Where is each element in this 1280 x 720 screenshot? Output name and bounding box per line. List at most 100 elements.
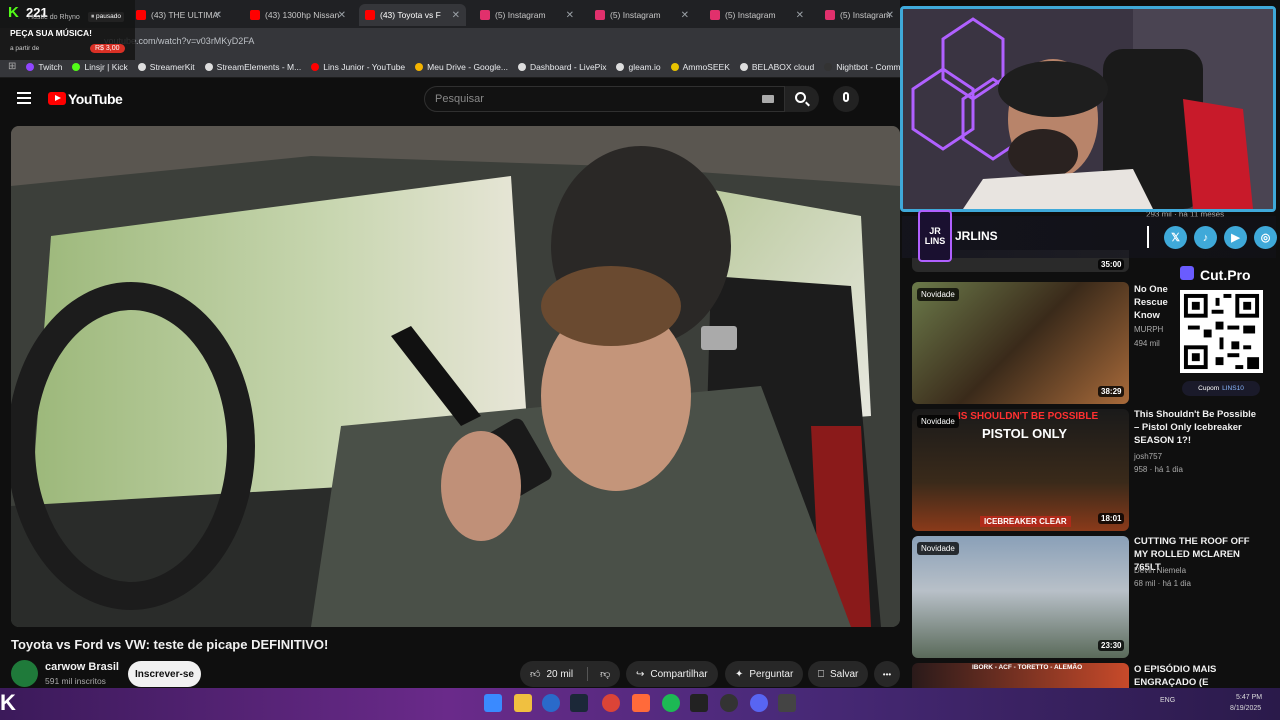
browser-tab[interactable]: (5) Instagram ✕ xyxy=(819,4,900,26)
like-count: 20 mil xyxy=(546,668,574,680)
channel-name[interactable]: carwow Brasil xyxy=(45,661,119,673)
bookmark-item[interactable]: Dashboard - LivePix xyxy=(517,62,606,72)
tab-close-icon[interactable]: ✕ xyxy=(214,10,222,21)
kick-price-badge: R$ 3,00 xyxy=(90,44,125,53)
streamer-logo: JR LINS xyxy=(918,210,952,262)
x-icon: 𝕏 xyxy=(1164,226,1187,249)
tab-favicon-icon xyxy=(825,10,835,20)
tab-label: (5) Instagram xyxy=(495,10,546,20)
language-indicator[interactable]: ENG xyxy=(1160,697,1175,704)
tab-favicon-icon xyxy=(710,10,720,20)
tab-favicon-icon xyxy=(250,10,260,20)
search-icon[interactable] xyxy=(795,92,806,103)
like-button[interactable]: 👍︎ 20 mil 👎︎ xyxy=(520,661,621,687)
bookmark-item[interactable]: Meu Drive - Google... xyxy=(415,62,508,72)
browser-tab[interactable]: (43) 1300hp Nissan ✕ xyxy=(244,4,352,26)
bookmark-item[interactable]: StreamElements - M... xyxy=(204,62,301,72)
bookmark-item[interactable]: Nightbot - Comm xyxy=(824,62,900,72)
tab-favicon-icon xyxy=(365,10,375,20)
sparkle-icon: ✦ xyxy=(735,668,744,680)
kick-k-icon: K xyxy=(0,690,16,715)
browser-tab[interactable]: (5) Instagram ✕ xyxy=(474,4,580,26)
thumb-caption: ICEBREAKER CLEAR xyxy=(980,516,1071,527)
bookmark-favicon-icon xyxy=(616,62,625,71)
coupon-code: LINS10 xyxy=(1222,385,1244,392)
clock-date[interactable]: 8/19/2025 xyxy=(1230,705,1261,712)
discord-icon[interactable] xyxy=(750,694,768,712)
share-label: Compartilhar xyxy=(650,668,708,680)
tab-label: (43) 1300hp Nissan xyxy=(265,10,340,20)
thumb-caption: PISTOL ONLY xyxy=(982,426,1068,441)
ask-button[interactable]: ✦ Perguntar xyxy=(725,661,804,687)
app-icon[interactable] xyxy=(632,694,650,712)
tab-label: (43) Toyota vs F xyxy=(380,10,441,20)
bookmark-label: Linsjr | Kick xyxy=(84,61,128,72)
webcam-feed-image xyxy=(903,9,1273,209)
bookmark-item[interactable]: Lins Junior - YouTube xyxy=(311,62,405,72)
more-actions-button[interactable]: ••• xyxy=(874,661,900,687)
thumbs-down-icon[interactable]: 👎︎ xyxy=(600,668,610,680)
rec-duration: 18:01 xyxy=(1098,513,1125,524)
youtube-icon: ▶ xyxy=(1224,226,1247,249)
video-player[interactable] xyxy=(11,126,900,627)
new-badge: Novidade xyxy=(917,415,959,428)
hamburger-menu-icon[interactable] xyxy=(17,92,31,104)
kick-logo: K xyxy=(8,4,19,21)
clock-time[interactable]: 5:47 PM xyxy=(1236,694,1262,701)
edge-icon[interactable] xyxy=(542,694,560,712)
file-explorer-icon[interactable] xyxy=(514,694,532,712)
tab-close-icon[interactable]: ✕ xyxy=(796,10,804,21)
browser-tab[interactable]: (5) Instagram ✕ xyxy=(704,4,810,26)
browser-tab[interactable]: (5) Instagram ✕ xyxy=(589,4,695,26)
browser-tab[interactable]: (43) THE ULTIMATE✕ xyxy=(130,4,228,26)
rec-title[interactable]: No One Rescue Know W xyxy=(1134,283,1170,322)
bookmark-item[interactable]: gleam.io xyxy=(616,62,661,72)
bookmark-item[interactable]: StreamerKit xyxy=(137,62,195,72)
webcam-overlay xyxy=(900,6,1276,212)
save-button[interactable]: ⎕ Salvar xyxy=(808,661,869,687)
kick-paused-badge: ⏸ pausado xyxy=(88,12,124,22)
qr-code xyxy=(1180,290,1263,373)
tab-close-icon[interactable]: ✕ xyxy=(452,10,460,21)
bookmark-item[interactable]: Twitch xyxy=(26,62,62,72)
tab-close-icon[interactable]: ✕ xyxy=(886,10,894,21)
rec-title[interactable]: This Shouldn't Be Possible – Pistol Only… xyxy=(1134,408,1262,447)
bookmark-item[interactable]: Linsjr | Kick xyxy=(72,61,128,72)
obs-icon[interactable] xyxy=(720,694,738,712)
rec-channel[interactable]: Devin Niemela xyxy=(1134,564,1186,577)
rec-channel[interactable]: josh757 xyxy=(1134,450,1162,463)
apps-grid-icon[interactable]: ⊞ xyxy=(8,61,16,72)
search-input[interactable]: Pesquisar xyxy=(424,86,785,112)
chrome-icon[interactable] xyxy=(602,694,620,712)
bookmark-favicon-icon xyxy=(72,62,81,71)
divider xyxy=(1147,226,1149,248)
app-icon[interactable] xyxy=(778,694,796,712)
qr-code-image xyxy=(1180,290,1263,373)
bookmark-item[interactable]: BELABOX cloud xyxy=(739,61,815,72)
bookmark-label: BELABOX cloud xyxy=(751,61,815,72)
subscribe-button[interactable]: Inscrever-se xyxy=(128,661,201,687)
rec-channel[interactable]: MURPH xyxy=(1134,323,1163,336)
tab-close-icon[interactable]: ✕ xyxy=(566,10,574,21)
browser-tab[interactable]: (43) Toyota vs F ✕ xyxy=(359,4,466,26)
kick-current-song: Hustle do Rhyno xyxy=(28,14,80,21)
microphone-icon[interactable] xyxy=(843,92,849,102)
share-button[interactable]: ↪ Compartilhar xyxy=(626,661,718,687)
bookmark-item[interactable]: AmmoSEEK xyxy=(670,61,730,72)
windows-start-icon[interactable] xyxy=(484,694,502,712)
tab-favicon-icon xyxy=(595,10,605,20)
bookmark-label: AmmoSEEK xyxy=(682,61,730,72)
tab-close-icon[interactable]: ✕ xyxy=(681,10,689,21)
coupon-badge: Cupom LINS10 xyxy=(1182,381,1260,396)
steam-icon[interactable] xyxy=(570,694,588,712)
youtube-logo-icon[interactable] xyxy=(48,92,66,105)
thumbs-up-icon: 👍︎ xyxy=(530,669,541,680)
keyboard-icon[interactable] xyxy=(762,95,774,103)
tab-close-icon[interactable]: ✕ xyxy=(338,10,346,21)
youtube-brand-name[interactable]: YouTube xyxy=(68,91,123,107)
channel-avatar[interactable] xyxy=(11,660,38,687)
spotify-icon[interactable] xyxy=(662,694,680,712)
tab-favicon-icon xyxy=(136,10,146,20)
terminal-icon[interactable] xyxy=(690,694,708,712)
sponsor-name: Cut.Pro xyxy=(1200,267,1251,283)
